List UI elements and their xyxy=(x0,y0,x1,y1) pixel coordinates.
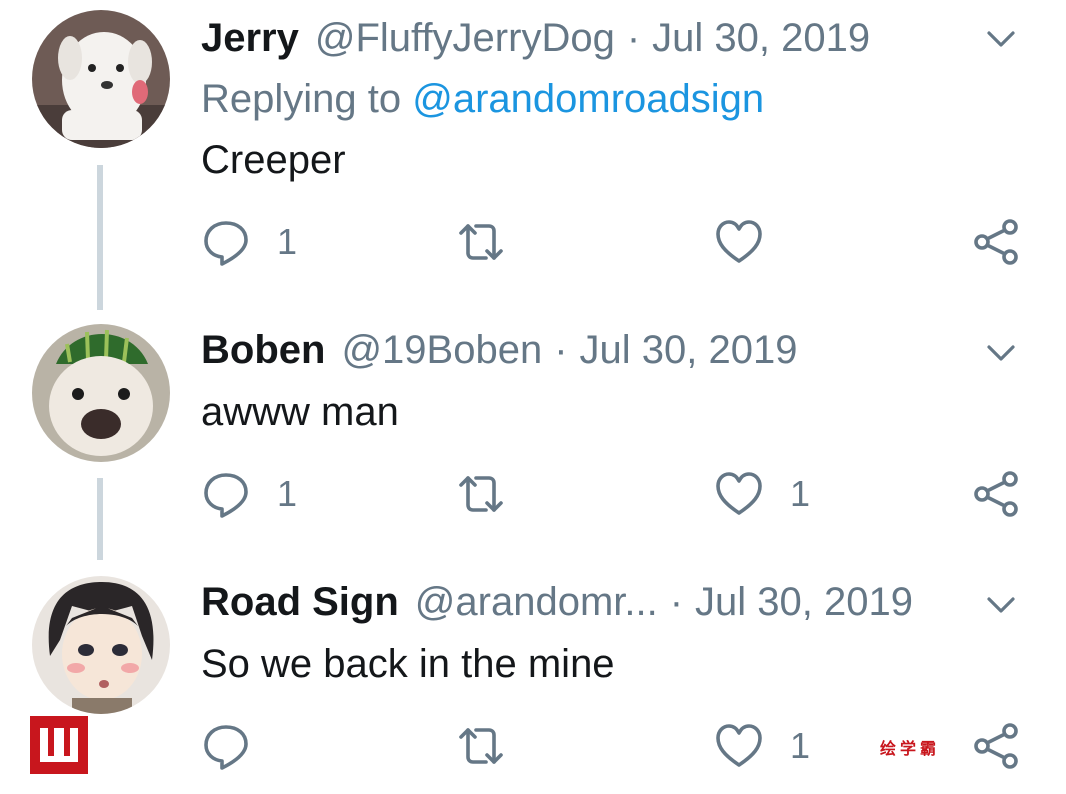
reply-button[interactable]: 1 xyxy=(201,212,297,272)
mention-link[interactable]: @arandomroadsign xyxy=(412,77,764,121)
tweet-1[interactable]: Jerry @FluffyJerryDog · Jul 30, 2019 Rep… xyxy=(0,0,1066,310)
tweet-text: So we back in the mine xyxy=(201,642,615,686)
share-icon xyxy=(974,219,1018,265)
like-icon xyxy=(716,472,762,515)
retweet-icon xyxy=(459,476,503,512)
retweet-button[interactable] xyxy=(456,716,532,776)
replying-prefix: Replying to xyxy=(201,77,402,121)
like-count: 1 xyxy=(790,725,811,766)
like-count: 1 xyxy=(790,473,811,514)
reply-button[interactable] xyxy=(201,716,277,776)
display-name[interactable]: Boben xyxy=(201,328,325,373)
separator: · xyxy=(626,15,641,60)
like-button[interactable] xyxy=(714,212,790,272)
share-button[interactable] xyxy=(972,464,1022,524)
reply-icon xyxy=(204,221,248,266)
tweet-date[interactable]: Jul 30, 2019 xyxy=(695,580,913,625)
like-icon xyxy=(716,220,762,263)
replying-to: Replying to @arandomroadsign xyxy=(201,77,764,122)
share-button[interactable] xyxy=(972,212,1022,272)
tweet-2[interactable]: Boben @19Boben · Jul 30, 2019 awww man 1… xyxy=(0,320,1066,565)
user-handle[interactable]: @FluffyJerryDog xyxy=(315,16,615,61)
watermark-logo xyxy=(30,716,88,774)
tweet-header: Boben @19Boben · Jul 30, 2019 xyxy=(201,320,797,380)
watermark-text: 绘学霸 xyxy=(880,739,941,758)
chevron-down-icon[interactable] xyxy=(982,20,1020,58)
tweet-3[interactable]: Road Sign @arandomr... · Jul 30, 2019 So… xyxy=(0,572,1066,794)
share-button[interactable] xyxy=(972,716,1022,776)
avatar-road-sign[interactable] xyxy=(32,576,170,714)
reply-icon xyxy=(204,725,248,770)
like-icon xyxy=(716,724,762,767)
display-name[interactable]: Road Sign xyxy=(201,580,399,625)
retweet-button[interactable] xyxy=(456,464,532,524)
share-icon xyxy=(974,471,1018,517)
tweet-date[interactable]: Jul 30, 2019 xyxy=(580,328,798,373)
reply-button[interactable]: 1 xyxy=(201,464,297,524)
user-handle[interactable]: @arandomr... xyxy=(415,580,658,625)
reply-count: 1 xyxy=(277,221,298,262)
tweet-header: Road Sign @arandomr... · Jul 30, 2019 xyxy=(201,572,913,632)
tweet-date[interactable]: Jul 30, 2019 xyxy=(652,16,870,61)
like-button[interactable]: 1 xyxy=(714,464,810,524)
display-name[interactable]: Jerry xyxy=(201,16,299,61)
share-icon xyxy=(974,723,1018,769)
separator: · xyxy=(669,579,684,624)
reply-icon xyxy=(204,473,248,518)
tweet-actions: 1 xyxy=(0,212,1066,272)
separator: · xyxy=(554,327,568,372)
retweet-icon xyxy=(459,224,503,260)
tweet-actions: 1 1 xyxy=(0,464,1066,524)
retweet-icon xyxy=(459,728,503,764)
like-button[interactable]: 1 xyxy=(714,716,810,776)
tweet-text: awww man xyxy=(201,390,399,434)
retweet-button[interactable] xyxy=(456,212,532,272)
tweet-text: Creeper xyxy=(201,138,346,182)
chevron-down-icon[interactable] xyxy=(982,586,1020,624)
avatar-boben[interactable] xyxy=(32,324,170,462)
reply-count: 1 xyxy=(277,473,298,514)
user-handle[interactable]: @19Boben xyxy=(341,328,542,373)
avatar-jerry[interactable] xyxy=(32,10,170,148)
tweet-header: Jerry @FluffyJerryDog · Jul 30, 2019 xyxy=(201,8,870,68)
chevron-down-icon[interactable] xyxy=(982,334,1020,372)
